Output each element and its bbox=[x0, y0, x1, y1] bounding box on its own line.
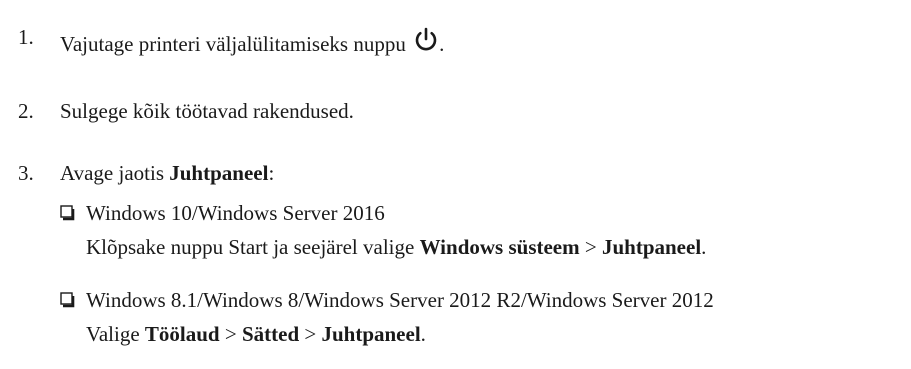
step-3-text-before: Avage jaotis bbox=[60, 161, 170, 185]
option-1-title-text: Windows 10/Windows Server 2016 bbox=[86, 201, 385, 225]
instruction-text: > bbox=[219, 322, 242, 346]
step-number: 1. bbox=[18, 25, 34, 49]
instruction-bold: Juhtpaneel bbox=[321, 322, 421, 346]
step-3-text-after: : bbox=[268, 161, 275, 185]
step-text: Vajutage printeri väljalülitamiseks nupp… bbox=[60, 27, 444, 55]
instruction-text: Valige bbox=[86, 322, 145, 346]
instruction-bold: Windows süsteem bbox=[419, 235, 580, 259]
step-1-text: Vajutage printeri väljalülitamiseks nupp… bbox=[60, 32, 406, 56]
option-2-title-text: Windows 8.1/Windows 8/Windows Server 201… bbox=[86, 288, 714, 312]
option-1-title: Windows 10/Windows Server 2016 bbox=[60, 203, 385, 224]
step-3-bold: Juhtpaneel bbox=[169, 161, 269, 185]
step-number: 2. bbox=[18, 99, 34, 123]
instruction-text: > bbox=[299, 322, 322, 346]
instruction-bold: Töölaud bbox=[144, 322, 220, 346]
step-number: 3. bbox=[18, 161, 34, 185]
option-1-instruction: Klõpsake nuppu Start ja seejärel valige … bbox=[86, 237, 706, 258]
checkbox-icon bbox=[60, 292, 75, 308]
step-1: 1. Vajutage printeri väljalülitamiseks n… bbox=[0, 27, 911, 57]
instruction-text: Klõpsake nuppu Start ja seejärel valige bbox=[86, 235, 420, 259]
power-icon bbox=[415, 27, 437, 51]
option-2-title: Windows 8.1/Windows 8/Windows Server 201… bbox=[60, 290, 714, 311]
instruction-bold: Juhtpaneel bbox=[601, 235, 702, 259]
instruction-text: . bbox=[420, 322, 426, 346]
instruction-text: > bbox=[579, 235, 602, 259]
step-2-text: Sulgege kõik töötavad rakendused. bbox=[60, 99, 354, 123]
step-1-suffix: . bbox=[439, 32, 445, 56]
step-2: 2. Sulgege kõik töötavad rakendused. bbox=[0, 101, 911, 131]
instruction-text: . bbox=[701, 235, 707, 259]
step-3-text: Avage jaotis Juhtpaneel: bbox=[60, 163, 274, 184]
checkbox-icon bbox=[60, 205, 75, 221]
step-3: 3. Avage jaotis Juhtpaneel: bbox=[0, 163, 911, 193]
instruction-bold: Sätted bbox=[241, 322, 300, 346]
option-2-instruction: Valige Töölaud > Sätted > Juhtpaneel. bbox=[86, 324, 426, 345]
